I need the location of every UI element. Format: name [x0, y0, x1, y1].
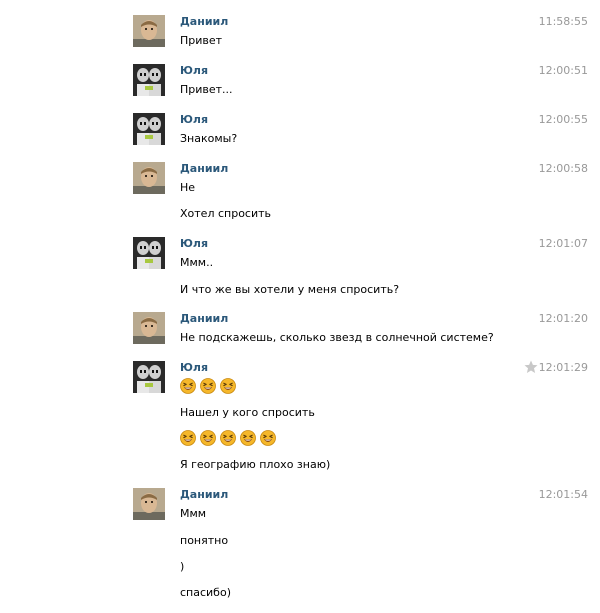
sender-name[interactable]: Юля [180, 237, 208, 251]
avatar-daniil[interactable] [133, 15, 165, 47]
message-text: Привет... [180, 83, 233, 96]
sender-name[interactable]: Даниил [180, 162, 228, 176]
avatar-yulia[interactable] [133, 361, 165, 393]
message-text: понятно [180, 534, 229, 547]
message-text: Ммм.. [180, 256, 214, 269]
timestamp[interactable]: 12:01:07 [539, 237, 588, 251]
sender-name[interactable]: Юля [180, 64, 208, 78]
timestamp[interactable]: 12:00:51 [539, 64, 588, 78]
timestamp[interactable]: 12:01:54 [539, 488, 588, 502]
timestamp[interactable]: 12:00:55 [539, 113, 588, 127]
message-text: И что же вы хотели у меня спросить? [180, 283, 400, 296]
laughing-emoji-icon [180, 378, 196, 394]
avatar-yulia[interactable] [133, 237, 165, 269]
sender-name[interactable]: Даниил [180, 15, 228, 29]
message-text: Не [180, 181, 196, 194]
laughing-emoji-icon [260, 430, 276, 446]
sender-name[interactable]: Юля [180, 113, 208, 127]
emoji-row [180, 378, 236, 394]
avatar-daniil[interactable] [133, 488, 165, 520]
timestamp[interactable]: 11:58:55 [539, 15, 588, 29]
timestamp[interactable]: 12:01:29 [539, 361, 588, 375]
timestamp[interactable]: 12:01:20 [539, 312, 588, 326]
sender-name[interactable]: Даниил [180, 312, 228, 326]
message-text: Нашел у кого спросить [180, 406, 315, 419]
emoji-row [180, 430, 276, 446]
star-icon[interactable] [524, 360, 538, 374]
laughing-emoji-icon [240, 430, 256, 446]
message-text: ) [180, 560, 185, 573]
message-text: Не подскажешь, сколько звезд в солнечной… [180, 331, 494, 344]
message-text: Знакомы? [180, 132, 238, 145]
sender-name[interactable]: Даниил [180, 488, 228, 502]
laughing-emoji-icon [180, 430, 196, 446]
laughing-emoji-icon [220, 378, 236, 394]
laughing-emoji-icon [200, 378, 216, 394]
laughing-emoji-icon [220, 430, 236, 446]
message-text: Ммм [180, 507, 207, 520]
laughing-emoji-icon [200, 430, 216, 446]
message-text: спасибо) [180, 586, 231, 599]
avatar-daniil[interactable] [133, 162, 165, 194]
timestamp[interactable]: 12:00:58 [539, 162, 588, 176]
message-text: Хотел спросить [180, 207, 272, 220]
message-text: Я географию плохо знаю) [180, 458, 331, 471]
avatar-yulia[interactable] [133, 113, 165, 145]
sender-name[interactable]: Юля [180, 361, 208, 375]
avatar-daniil[interactable] [133, 312, 165, 344]
message-text: Привет [180, 34, 223, 47]
avatar-yulia[interactable] [133, 64, 165, 96]
